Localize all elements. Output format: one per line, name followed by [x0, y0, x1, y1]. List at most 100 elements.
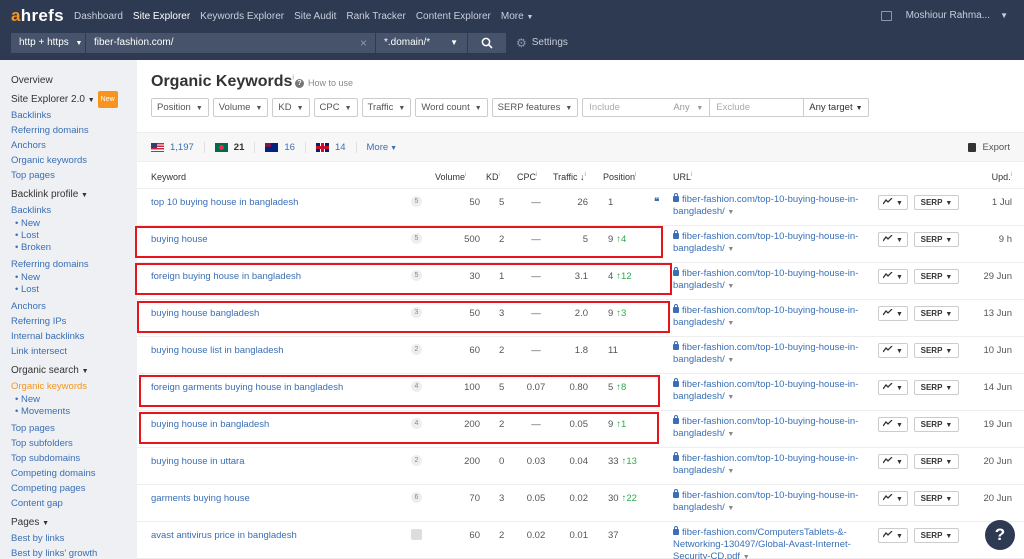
position-history-button[interactable]: ▼ — [878, 417, 908, 432]
col-kd[interactable]: KDi — [486, 172, 500, 182]
sidebar-item-organic-new[interactable]: New — [11, 394, 137, 406]
serp-button[interactable]: SERP ▼ — [914, 232, 959, 247]
sidebar-item-backlinks-broken[interactable]: Broken — [11, 242, 137, 254]
sidebar-item-content-gap[interactable]: Content gap — [11, 496, 137, 511]
sidebar-item-organic-keywords-active[interactable]: Organic keywords — [11, 379, 137, 394]
url-link[interactable]: fiber-fashion.com/top-10-buying-house-in… — [673, 230, 873, 256]
sidebar-item-best-by-links-growth[interactable]: Best by links' growth — [11, 546, 137, 559]
url-link[interactable]: fiber-fashion.com/top-10-buying-house-in… — [673, 452, 873, 478]
nav-site-audit[interactable]: Site Audit — [294, 11, 336, 22]
sidebar-item-internal-backlinks[interactable]: Internal backlinks — [11, 329, 137, 344]
serp-features-count[interactable]: 2 — [411, 455, 422, 466]
sidebar-backlink-profile[interactable]: Backlink profile ▼ — [11, 187, 137, 203]
more-countries-button[interactable]: More ▼ — [367, 142, 398, 153]
nav-more[interactable]: More ▼ — [501, 11, 534, 22]
serp-features-count[interactable]: 2 — [411, 344, 422, 355]
filter-cpc[interactable]: CPC ▼ — [313, 98, 358, 117]
sidebar-pages[interactable]: Pages ▼ — [11, 515, 137, 531]
notifications-icon[interactable] — [880, 10, 892, 21]
keyword-link[interactable]: buying house — [151, 234, 208, 245]
url-link[interactable]: fiber-fashion.com/ComputersTablets-&-Net… — [673, 526, 873, 559]
nav-dashboard[interactable]: Dashboard — [74, 11, 123, 22]
sidebar-item-organic-movements[interactable]: Movements — [11, 406, 137, 418]
serp-button[interactable]: SERP ▼ — [914, 195, 959, 210]
position-history-button[interactable]: ▼ — [878, 269, 908, 284]
nav-keywords-explorer[interactable]: Keywords Explorer — [200, 11, 284, 22]
sidebar-item-best-by-links[interactable]: Best by links — [11, 531, 137, 546]
keyword-link[interactable]: buying house list in bangladesh — [151, 345, 284, 356]
settings-link[interactable]: ⚙ Settings — [516, 33, 568, 53]
nav-rank-tracker[interactable]: Rank Tracker — [346, 11, 405, 22]
position-history-button[interactable]: ▼ — [878, 380, 908, 395]
sidebar-item-anchors[interactable]: Anchors — [11, 138, 137, 153]
sidebar-item-refdomains-new[interactable]: New — [11, 272, 137, 284]
sidebar-item-competing-pages[interactable]: Competing pages — [11, 481, 137, 496]
keyword-link[interactable]: buying house in uttara — [151, 456, 244, 467]
sidebar-item-top-subfolders[interactable]: Top subfolders — [11, 436, 137, 451]
protocol-select[interactable]: http + https ▼ — [11, 33, 86, 53]
col-cpc[interactable]: CPCi — [517, 172, 537, 182]
sidebar-item-top-pages[interactable]: Top pages — [11, 168, 137, 183]
serp-button[interactable]: SERP ▼ — [914, 417, 959, 432]
filter-traffic[interactable]: Traffic ▼ — [361, 98, 412, 117]
serp-features-count[interactable] — [411, 529, 422, 540]
filter-word-count[interactable]: Word count ▼ — [415, 98, 488, 117]
serp-button[interactable]: SERP ▼ — [914, 454, 959, 469]
sidebar-item-top-pages-2[interactable]: Top pages — [11, 421, 137, 436]
url-link[interactable]: fiber-fashion.com/top-10-buying-house-in… — [673, 489, 873, 515]
nav-content-explorer[interactable]: Content Explorer — [416, 11, 491, 22]
keyword-link[interactable]: foreign garments buying house in banglad… — [151, 382, 343, 393]
sidebar-item-backlinks-2[interactable]: Backlinks — [11, 203, 137, 218]
url-link[interactable]: fiber-fashion.com/top-10-buying-house-in… — [673, 267, 873, 293]
info-icon[interactable]: i — [292, 75, 294, 82]
sidebar-item-backlinks[interactable]: Backlinks — [11, 108, 137, 123]
col-updated[interactable]: Upd.i — [992, 172, 1012, 182]
serp-button[interactable]: SERP ▼ — [914, 269, 959, 284]
sidebar-item-organic-keywords[interactable]: Organic keywords — [11, 153, 137, 168]
serp-features-count[interactable]: 5 — [411, 270, 422, 281]
sidebar-item-referring-domains[interactable]: Referring domains — [11, 123, 137, 138]
how-to-use-link[interactable]: ? How to use — [295, 78, 353, 88]
serp-features-count[interactable]: 6 — [411, 492, 422, 503]
serp-features-count[interactable]: 5 — [411, 233, 422, 244]
serp-features-count[interactable]: 4 — [411, 418, 422, 429]
col-url[interactable]: URLi — [673, 172, 692, 182]
sidebar-site-explorer-2[interactable]: Site Explorer 2.0 ▼ New — [11, 91, 137, 108]
sidebar-item-link-intersect[interactable]: Link intersect — [11, 344, 137, 359]
include-input[interactable]: Include Any ▼ — [582, 98, 711, 117]
serp-button[interactable]: SERP ▼ — [914, 491, 959, 506]
clear-icon[interactable]: × — [360, 33, 367, 53]
search-button[interactable] — [468, 33, 506, 53]
ahrefs-logo[interactable]: ahrefs — [11, 6, 64, 26]
keyword-link[interactable]: buying house bangladesh — [151, 308, 259, 319]
sidebar-item-referring-domains-2[interactable]: Referring domains — [11, 257, 137, 272]
serp-features-count[interactable]: 4 — [411, 381, 422, 392]
position-history-button[interactable]: ▼ — [878, 528, 908, 543]
url-link[interactable]: fiber-fashion.com/top-10-buying-house-in… — [673, 193, 873, 219]
position-history-button[interactable]: ▼ — [878, 306, 908, 321]
serp-button[interactable]: SERP ▼ — [914, 380, 959, 395]
position-history-button[interactable]: ▼ — [878, 491, 908, 506]
export-button[interactable]: Export — [967, 142, 1010, 153]
filter-serp-features[interactable]: SERP features ▼ — [491, 98, 579, 117]
country-tab-uk[interactable]: 14 — [315, 142, 357, 153]
url-link[interactable]: fiber-fashion.com/top-10-buying-house-in… — [673, 341, 873, 367]
url-link[interactable]: fiber-fashion.com/top-10-buying-house-in… — [673, 304, 873, 330]
url-link[interactable]: fiber-fashion.com/top-10-buying-house-in… — [673, 378, 873, 404]
keyword-link[interactable]: top 10 buying house in bangladesh — [151, 197, 298, 208]
filter-kd[interactable]: KD ▼ — [272, 98, 310, 117]
col-position[interactable]: Positioni — [603, 172, 636, 182]
keyword-link[interactable]: foreign buying house in bangladesh — [151, 271, 301, 282]
exclude-input[interactable]: Exclude — [710, 98, 805, 117]
filter-volume[interactable]: Volume ▼ — [212, 98, 269, 117]
position-history-button[interactable]: ▼ — [878, 232, 908, 247]
target-select[interactable]: Any target ▼ — [804, 98, 869, 117]
serp-features-count[interactable]: 3 — [411, 307, 422, 318]
serp-button[interactable]: SERP ▼ — [914, 528, 959, 543]
sidebar-item-anchors-2[interactable]: Anchors — [11, 299, 137, 314]
user-menu[interactable]: Moshiour Rahma... ▼ — [880, 10, 1008, 21]
nav-site-explorer[interactable]: Site Explorer — [133, 11, 190, 22]
country-tab-us[interactable]: 1,197 — [151, 142, 205, 153]
keyword-link[interactable]: avast antivirus price in bangladesh — [151, 530, 297, 541]
col-keyword[interactable]: Keyword — [151, 172, 186, 182]
